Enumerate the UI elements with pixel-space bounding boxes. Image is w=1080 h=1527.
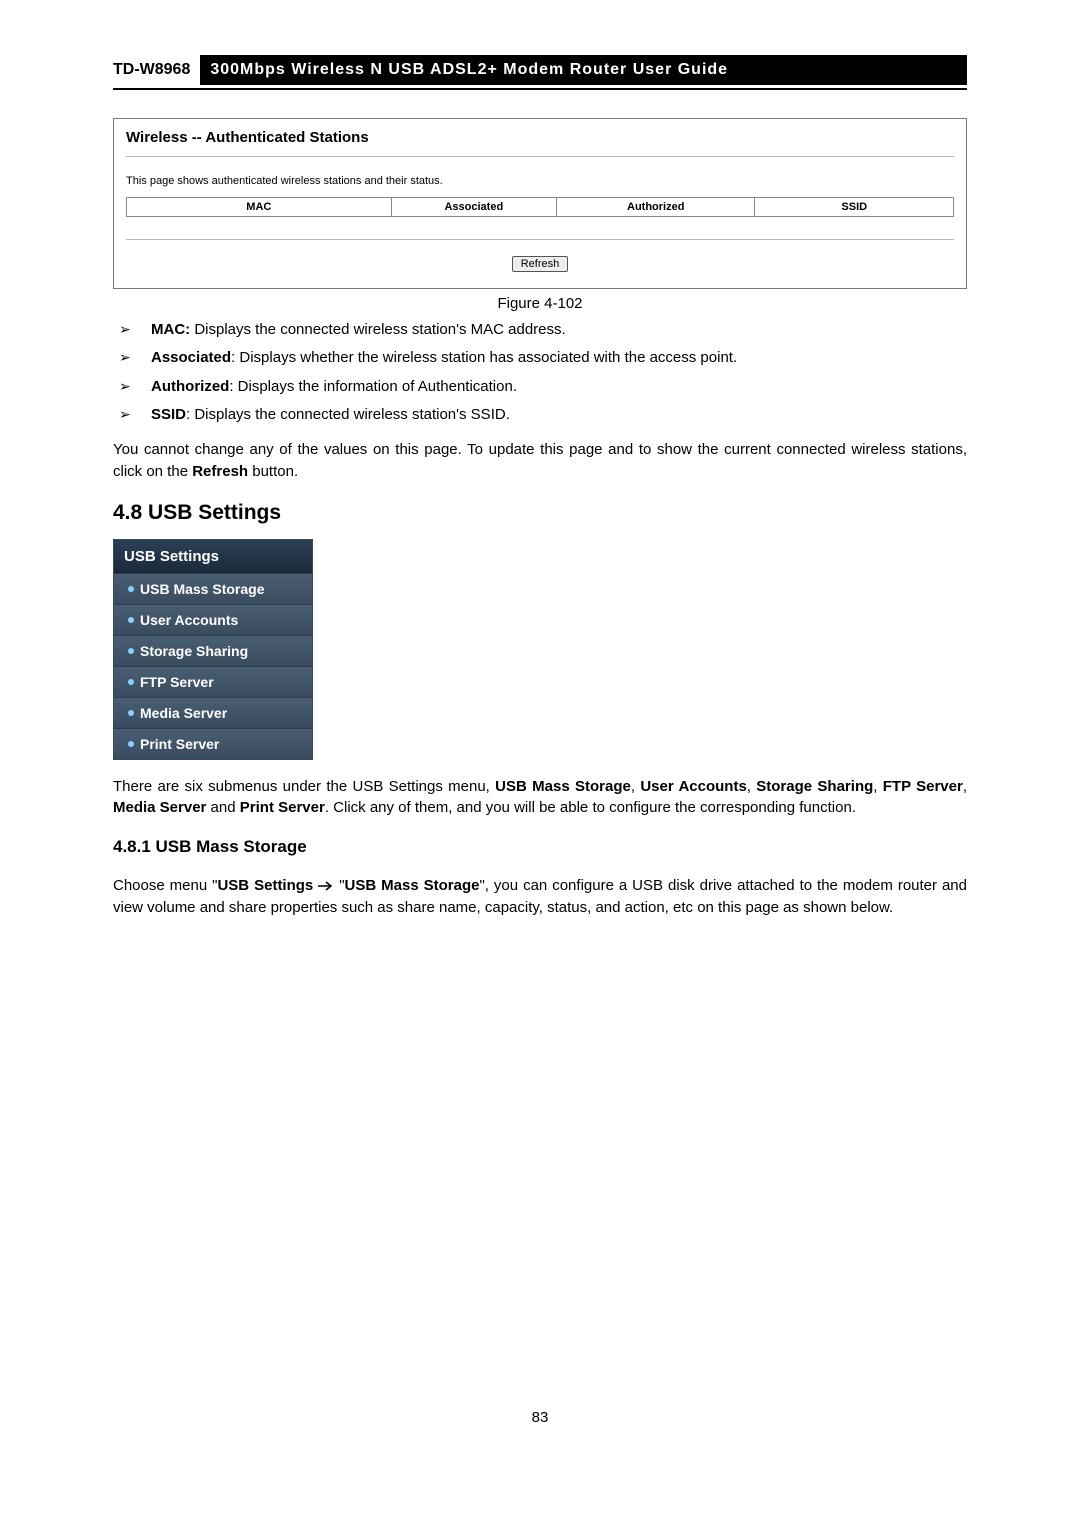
mac-desc: Displays the connected wireless station'… xyxy=(190,321,566,338)
list-item: SSID: Displays the connected wireless st… xyxy=(113,405,967,425)
stations-panel: Wireless -- Authenticated Stations This … xyxy=(113,118,967,289)
nav-item-usb-mass-storage[interactable]: USB Mass Storage xyxy=(114,573,312,604)
text: button. xyxy=(248,463,298,480)
ssid-term: SSID xyxy=(151,406,186,423)
col-authorized: Authorized xyxy=(557,198,755,217)
nav-label: Storage Sharing xyxy=(140,643,248,659)
nav-label: Media Server xyxy=(140,705,227,721)
associated-term: Associated xyxy=(151,349,231,366)
nav-label: USB Mass Storage xyxy=(140,581,264,597)
mac-term: MAC: xyxy=(151,321,190,338)
nav-item-storage-sharing[interactable]: Storage Sharing xyxy=(114,635,312,666)
arrow-right-icon xyxy=(318,881,334,891)
refresh-note: You cannot change any of the values on t… xyxy=(113,439,967,483)
section-4-8-1-heading: 4.8.1 USB Mass Storage xyxy=(113,837,967,857)
doc-header: TD-W8968 300Mbps Wireless N USB ADSL2+ M… xyxy=(113,55,967,85)
menu-path-2: USB Mass Storage xyxy=(345,877,480,894)
usb-settings-nav: USB Settings USB Mass Storage User Accou… xyxy=(113,539,313,760)
list-item: Authorized: Displays the information of … xyxy=(113,377,967,397)
text: , xyxy=(631,778,640,795)
term: Storage Sharing xyxy=(756,778,873,795)
associated-desc: : Displays whether the wireless station … xyxy=(231,349,737,366)
bullet-icon xyxy=(128,586,134,592)
text: , xyxy=(747,778,756,795)
nav-header: USB Settings xyxy=(114,540,312,573)
page-number: 83 xyxy=(113,1409,967,1426)
figure-caption: Figure 4-102 xyxy=(113,295,967,312)
nav-item-user-accounts[interactable]: User Accounts xyxy=(114,604,312,635)
bullet-icon xyxy=(128,741,134,747)
text: . Click any of them, and you will be abl… xyxy=(325,799,856,816)
col-ssid: SSID xyxy=(755,198,954,217)
section-4-8-heading: 4.8 USB Settings xyxy=(113,501,967,525)
text: There are six submenus under the USB Set… xyxy=(113,778,495,795)
term: USB Mass Storage xyxy=(495,778,631,795)
menu-path-1: USB Settings xyxy=(217,877,313,894)
refresh-word: Refresh xyxy=(192,463,248,480)
term: Media Server xyxy=(113,799,206,816)
field-descriptions: MAC: Displays the connected wireless sta… xyxy=(113,320,967,425)
header-underline xyxy=(113,88,967,90)
divider xyxy=(126,156,954,157)
col-associated: Associated xyxy=(391,198,556,217)
term: FTP Server xyxy=(883,778,963,795)
bullet-icon xyxy=(128,617,134,623)
usb-mass-storage-intro: Choose menu "USB Settings "USB Mass Stor… xyxy=(113,875,967,919)
authorized-desc: : Displays the information of Authentica… xyxy=(229,378,517,395)
col-mac: MAC xyxy=(127,198,392,217)
nav-item-ftp-server[interactable]: FTP Server xyxy=(114,666,312,697)
nav-label: Print Server xyxy=(140,736,219,752)
nav-item-print-server[interactable]: Print Server xyxy=(114,728,312,759)
refresh-button[interactable]: Refresh xyxy=(512,256,569,272)
authorized-term: Authorized xyxy=(151,378,229,395)
ssid-desc: : Displays the connected wireless statio… xyxy=(186,406,510,423)
term: Print Server xyxy=(240,799,325,816)
bullet-icon xyxy=(128,648,134,654)
panel-description: This page shows authenticated wireless s… xyxy=(126,175,954,187)
bullet-icon xyxy=(128,679,134,685)
submenu-description: There are six submenus under the USB Set… xyxy=(113,776,967,820)
text: , xyxy=(873,778,882,795)
text: and xyxy=(206,799,239,816)
bullet-icon xyxy=(128,710,134,716)
panel-heading: Wireless -- Authenticated Stations xyxy=(126,129,954,146)
divider xyxy=(126,239,954,240)
stations-table: MAC Associated Authorized SSID xyxy=(126,197,954,217)
text: " xyxy=(334,877,344,894)
list-item: Associated: Displays whether the wireles… xyxy=(113,348,967,368)
model-label: TD-W8968 xyxy=(113,55,200,85)
doc-title: 300Mbps Wireless N USB ADSL2+ Modem Rout… xyxy=(200,55,967,85)
list-item: MAC: Displays the connected wireless sta… xyxy=(113,320,967,340)
nav-label: User Accounts xyxy=(140,612,238,628)
term: User Accounts xyxy=(640,778,746,795)
text: , xyxy=(963,778,967,795)
nav-item-media-server[interactable]: Media Server xyxy=(114,697,312,728)
text: Choose menu " xyxy=(113,877,217,894)
nav-label: FTP Server xyxy=(140,674,214,690)
